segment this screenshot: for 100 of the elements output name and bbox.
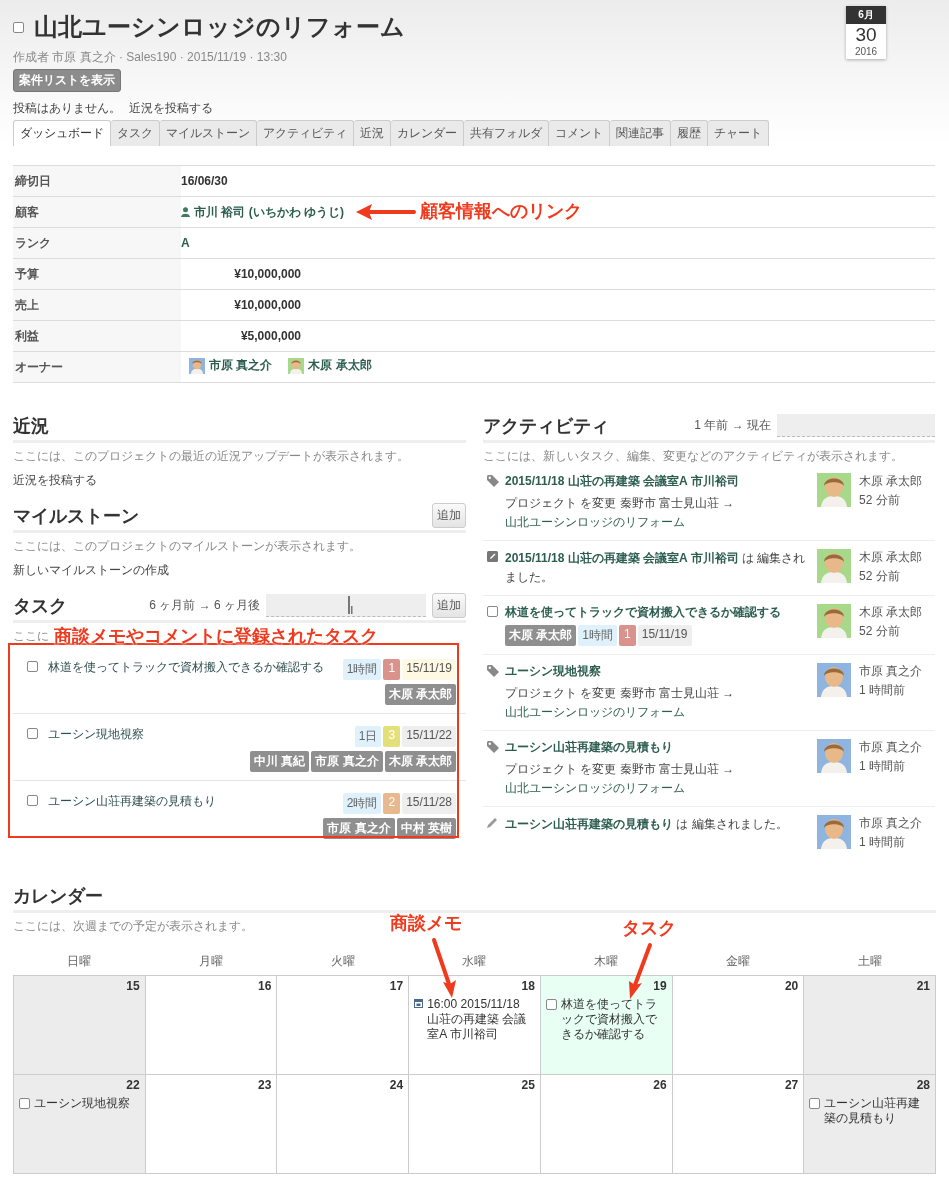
activity-title-link[interactable]: 2015/11/18 山荘の再建築 会議室A 市川裕司 bbox=[505, 474, 739, 488]
checkbox[interactable] bbox=[19, 1098, 30, 1109]
due-date-tag: 15/11/19 bbox=[402, 659, 456, 680]
calendar-event-link[interactable]: ユーシン山荘再建築の見積もり bbox=[824, 1096, 930, 1126]
section-description: ここに bbox=[13, 628, 49, 645]
checkbox[interactable] bbox=[27, 728, 38, 739]
user-name: 木原 承太郎 bbox=[859, 473, 923, 490]
calendar-day-cell[interactable]: 18 16:00 2015/11/18 山荘の再建築 会議室A 市川裕司 bbox=[409, 976, 541, 1075]
priority-tag: 2 bbox=[383, 793, 401, 814]
project-link[interactable]: 山北ユーシンロッジのリフォーム bbox=[505, 515, 685, 529]
tab[interactable]: タスク bbox=[111, 120, 160, 146]
page-title: 山北ユーシンロッジのリフォーム bbox=[34, 12, 405, 42]
person-icon bbox=[181, 207, 190, 217]
priority-tag: 3 bbox=[383, 726, 401, 747]
user-name: 市原 真之介 bbox=[859, 815, 923, 832]
field-label: 売上 bbox=[13, 289, 181, 321]
activity-text: ユーシン山荘再建築の見積もり は 編集されました。 bbox=[505, 816, 789, 833]
project-link[interactable]: 山北ユーシンロッジのリフォーム bbox=[505, 705, 685, 719]
task-link[interactable]: ユーシン山荘再建築の見積もり bbox=[48, 793, 216, 810]
checkbox[interactable] bbox=[13, 21, 24, 33]
tab[interactable]: コメント bbox=[549, 120, 610, 146]
tab[interactable]: 共有フォルダ bbox=[464, 120, 549, 146]
checkbox[interactable] bbox=[809, 1098, 821, 1109]
activity-text: 2015/11/18 山荘の再建築 会議室A 市川裕司 は 編集されました。 bbox=[505, 550, 807, 586]
post-update-link[interactable]: 近況を投稿する bbox=[13, 472, 466, 489]
day-number: 15 bbox=[126, 979, 140, 993]
task-link[interactable]: 林道を使ってトラックで資材搬入できるか確認する bbox=[48, 659, 324, 676]
day-number: 19 bbox=[653, 979, 667, 993]
amount-value: ¥10,000,000 bbox=[233, 267, 301, 281]
time-ago: 52 分前 bbox=[859, 568, 901, 585]
weekday-label: 火曜 bbox=[329, 953, 356, 970]
calendar-day-cell[interactable]: 19 林道を使ってトラックで資材搬入できるか確認する bbox=[540, 976, 673, 1075]
calendar-day-cell[interactable]: 28 ユーシン山荘再建築の見積もり bbox=[804, 1075, 936, 1174]
calendar-day-cell[interactable]: 27 bbox=[672, 1075, 805, 1174]
customer-link[interactable]: 市川 裕司 (いちかわ ゆうじ) bbox=[194, 203, 344, 221]
calendar-event-link[interactable]: 16:00 2015/11/18 山荘の再建築 会議室A 市川裕司 bbox=[427, 997, 535, 1042]
user-name: 木原 承太郎 bbox=[859, 604, 923, 621]
year-label: 2016 bbox=[854, 46, 878, 59]
calendar-day-cell[interactable]: 23 bbox=[145, 1075, 278, 1174]
tab[interactable]: チャート bbox=[708, 120, 769, 146]
add-button[interactable]: 追加 bbox=[432, 593, 466, 618]
priority-tag: 1 bbox=[619, 625, 636, 646]
calendar-day-cell[interactable]: 26 bbox=[540, 1075, 673, 1174]
duration-tag: 1時間 bbox=[342, 659, 382, 680]
user-name: 市原 真之介 bbox=[859, 739, 923, 756]
tab[interactable]: 近況 bbox=[354, 120, 391, 146]
range-label: 6 ヶ月前 → 6 ヶ月後 bbox=[149, 597, 260, 614]
annotation-arrow bbox=[629, 943, 652, 999]
calendar-day-cell[interactable]: 24 bbox=[277, 1075, 410, 1174]
owner-link[interactable]: 木原 承太郎 bbox=[308, 357, 372, 375]
add-button[interactable]: 追加 bbox=[432, 503, 466, 528]
checkbox[interactable] bbox=[545, 999, 557, 1010]
activity-title-link[interactable]: ユーシン山荘再建築の見積もり bbox=[505, 740, 673, 754]
create-milestone-link[interactable]: 新しいマイルストーンの作成 bbox=[13, 562, 466, 579]
calendar-day-cell[interactable]: 17 bbox=[277, 976, 410, 1075]
user-name: 木原 承太郎 bbox=[859, 549, 923, 566]
day-number: 17 bbox=[389, 979, 404, 993]
change-description: プロジェクト を変更 秦野市 富士見山荘 → 山北ユーシンロッジのリフォーム bbox=[505, 685, 736, 721]
time-ago: 1 時間前 bbox=[859, 758, 906, 775]
post-update-link[interactable]: 近況を投稿する bbox=[129, 100, 213, 117]
calendar-day-cell[interactable]: 16 bbox=[145, 976, 278, 1075]
amount-value: ¥5,000,000 bbox=[239, 329, 301, 343]
activity-title-link[interactable]: ユーシン山荘再建築の見積もり bbox=[505, 817, 673, 831]
tag-icon bbox=[487, 741, 499, 753]
section-description: ここには、このプロジェクトのマイルストーンが表示されます。 bbox=[13, 538, 361, 555]
section-heading: 近況 bbox=[13, 414, 49, 438]
tag-icon bbox=[487, 665, 499, 677]
weekday-label: 金曜 bbox=[725, 953, 752, 970]
due-date-tag: 15/11/19 bbox=[637, 625, 692, 646]
activity-title-link[interactable]: 2015/11/18 山荘の再建築 会議室A 市川裕司 bbox=[505, 551, 739, 565]
section-heading: タスク bbox=[13, 594, 67, 618]
calendar-icon bbox=[414, 999, 424, 1008]
project-link[interactable]: 山北ユーシンロッジのリフォーム bbox=[505, 781, 685, 795]
calendar-day-cell[interactable]: 22 ユーシン現地視察 bbox=[14, 1075, 146, 1174]
calendar-event-link[interactable]: 林道を使ってトラックで資材搬入できるか確認する bbox=[560, 997, 667, 1042]
calendar-event-link[interactable]: ユーシン現地視察 bbox=[34, 1096, 130, 1113]
calendar-day-cell[interactable]: 25 bbox=[409, 1075, 541, 1174]
checkbox[interactable] bbox=[487, 606, 498, 617]
tab[interactable]: 履歴 bbox=[671, 120, 708, 146]
month-label: 6月 bbox=[846, 6, 886, 24]
time-ago: 1 時間前 bbox=[859, 834, 906, 851]
section-heading: カレンダー bbox=[13, 884, 103, 908]
activity-title-link[interactable]: 林道を使ってトラックで資材搬入できるか確認する bbox=[505, 605, 781, 619]
author-meta: 作成者 市原 真之介 · Sales190 · 2015/11/19 · 13:30 bbox=[13, 49, 287, 66]
calendar-day-cell[interactable]: 15 bbox=[14, 976, 146, 1075]
activity-title-link[interactable]: ユーシン現地視察 bbox=[505, 664, 601, 678]
duration-tag: 2時間 bbox=[342, 793, 382, 814]
range-label: 1 年前 → 現在 bbox=[694, 417, 771, 434]
task-link[interactable]: ユーシン現地視察 bbox=[48, 726, 144, 743]
tab[interactable]: カレンダー bbox=[391, 120, 464, 146]
checkbox[interactable] bbox=[27, 795, 38, 806]
tab[interactable]: ダッシュボード bbox=[13, 120, 111, 146]
checkbox[interactable] bbox=[27, 661, 38, 672]
tab[interactable]: 関連記事 bbox=[610, 120, 671, 146]
tab[interactable]: アクティビティ bbox=[257, 120, 354, 146]
owner-link[interactable]: 市原 真之介 bbox=[209, 357, 273, 375]
amount-value: ¥10,000,000 bbox=[233, 298, 301, 312]
calendar-day-cell[interactable]: 20 bbox=[672, 976, 805, 1075]
tab[interactable]: マイルストーン bbox=[160, 120, 257, 146]
calendar-day-cell[interactable]: 21 bbox=[804, 976, 936, 1075]
